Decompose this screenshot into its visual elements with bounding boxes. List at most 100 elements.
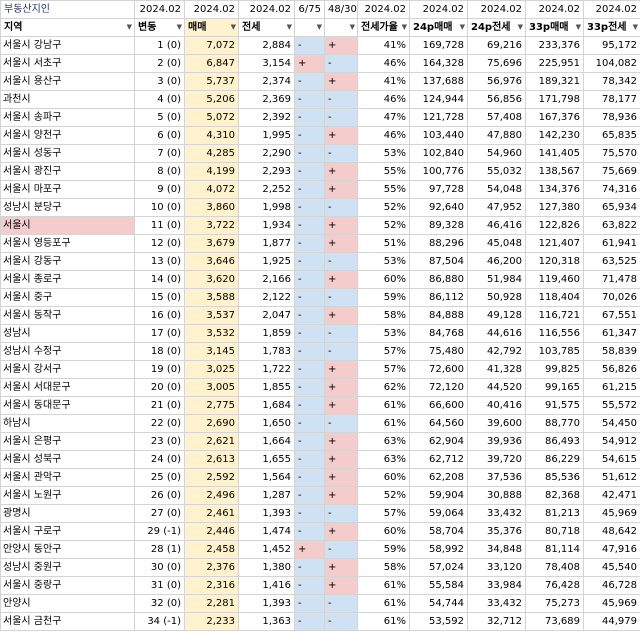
region-cell[interactable]: 서울시 서대문구 [0, 378, 135, 397]
jeonse-cell[interactable]: 2,293 [238, 162, 295, 181]
ratio-cell[interactable]: 41% [357, 72, 410, 91]
p33-jeonse-cell[interactable]: 45,540 [583, 558, 640, 577]
p33-jeonse-cell[interactable]: 75,669 [583, 162, 640, 181]
p33-jeonse-cell[interactable]: 63,525 [583, 252, 640, 271]
region-cell[interactable]: 서울시 중랑구 [0, 576, 135, 595]
sign2-cell[interactable]: - [324, 414, 358, 433]
p33-jeonse-cell[interactable]: 78,177 [583, 90, 640, 109]
sign1-cell[interactable]: + [294, 540, 325, 559]
p33-sale-cell[interactable]: 167,376 [525, 108, 584, 127]
header-33p-sale[interactable]: 33p매매 ▼ [525, 18, 584, 37]
sale-cell[interactable]: 5,072 [184, 108, 239, 127]
p33-jeonse-cell[interactable]: 54,450 [583, 414, 640, 433]
rank-cell[interactable]: 23 (0) [134, 432, 185, 451]
filter-icon[interactable]: ▼ [576, 20, 581, 36]
date-cell[interactable]: 2024.02 [409, 0, 468, 19]
sign2-cell[interactable]: - [324, 198, 358, 217]
rank-cell[interactable]: 7 (0) [134, 144, 185, 163]
p24-sale-cell[interactable]: 59,904 [409, 486, 468, 505]
rank-cell[interactable]: 2 (0) [134, 54, 185, 73]
p24-sale-cell[interactable]: 92,640 [409, 198, 468, 217]
p24-sale-cell[interactable]: 62,904 [409, 432, 468, 451]
p33-sale-cell[interactable]: 76,428 [525, 576, 584, 595]
p33-jeonse-cell[interactable]: 75,570 [583, 144, 640, 163]
rank-cell[interactable]: 22 (0) [134, 414, 185, 433]
date-cell[interactable]: 6/75 [294, 0, 325, 19]
p33-jeonse-cell[interactable]: 48,642 [583, 522, 640, 541]
sign1-cell[interactable]: - [294, 504, 325, 523]
p24-jeonse-cell[interactable]: 46,200 [467, 252, 526, 271]
p33-jeonse-cell[interactable]: 58,839 [583, 342, 640, 361]
region-cell[interactable]: 서울시 강남구 [0, 36, 135, 55]
p33-jeonse-cell[interactable]: 46,728 [583, 576, 640, 595]
p33-sale-cell[interactable]: 138,567 [525, 162, 584, 181]
sale-cell[interactable]: 2,621 [184, 432, 239, 451]
p24-sale-cell[interactable]: 124,944 [409, 90, 468, 109]
p24-jeonse-cell[interactable]: 56,856 [467, 90, 526, 109]
sign2-cell[interactable]: - [324, 108, 358, 127]
rank-cell[interactable]: 30 (0) [134, 558, 185, 577]
p33-jeonse-cell[interactable]: 56,826 [583, 360, 640, 379]
ratio-cell[interactable]: 46% [357, 54, 410, 73]
date-cell[interactable]: 48/30 [324, 0, 358, 19]
p24-jeonse-cell[interactable]: 39,936 [467, 432, 526, 451]
p24-sale-cell[interactable]: 103,440 [409, 126, 468, 145]
p24-sale-cell[interactable]: 54,744 [409, 594, 468, 613]
p24-sale-cell[interactable]: 87,504 [409, 252, 468, 271]
sale-cell[interactable]: 3,145 [184, 342, 239, 361]
sign1-cell[interactable]: - [294, 360, 325, 379]
p33-jeonse-cell[interactable]: 65,835 [583, 126, 640, 145]
sign2-cell[interactable]: - [324, 612, 358, 631]
rank-cell[interactable]: 8 (0) [134, 162, 185, 181]
p33-jeonse-cell[interactable]: 55,572 [583, 396, 640, 415]
ratio-cell[interactable]: 51% [357, 234, 410, 253]
p33-sale-cell[interactable]: 81,213 [525, 504, 584, 523]
sale-cell[interactable]: 2,233 [184, 612, 239, 631]
sign1-cell[interactable]: - [294, 144, 325, 163]
p24-jeonse-cell[interactable]: 33,432 [467, 504, 526, 523]
sign2-cell[interactable]: - [324, 324, 358, 343]
sign1-cell[interactable]: - [294, 288, 325, 307]
rank-cell[interactable]: 4 (0) [134, 90, 185, 109]
rank-cell[interactable]: 3 (0) [134, 72, 185, 91]
sign2-cell[interactable]: + [324, 378, 358, 397]
p24-sale-cell[interactable]: 59,064 [409, 504, 468, 523]
header-rank[interactable]: 변동 ▼ [134, 18, 185, 37]
p24-jeonse-cell[interactable]: 47,880 [467, 126, 526, 145]
region-cell[interactable]: 서울시 구로구 [0, 522, 135, 541]
p33-sale-cell[interactable]: 91,575 [525, 396, 584, 415]
region-cell[interactable]: 성남시 중원구 [0, 558, 135, 577]
region-cell[interactable]: 서울시 동작구 [0, 306, 135, 325]
filter-icon[interactable]: ▼ [127, 20, 132, 36]
rank-cell[interactable]: 12 (0) [134, 234, 185, 253]
jeonse-cell[interactable]: 1,564 [238, 468, 295, 487]
filter-icon[interactable]: ▼ [402, 20, 407, 36]
ratio-cell[interactable]: 53% [357, 324, 410, 343]
p24-sale-cell[interactable]: 102,840 [409, 144, 468, 163]
sign2-cell[interactable]: + [324, 270, 358, 289]
sign1-cell[interactable]: - [294, 216, 325, 235]
sign1-cell[interactable]: - [294, 486, 325, 505]
sale-cell[interactable]: 2,461 [184, 504, 239, 523]
sale-cell[interactable]: 4,310 [184, 126, 239, 145]
p33-sale-cell[interactable]: 225,951 [525, 54, 584, 73]
jeonse-cell[interactable]: 1,363 [238, 612, 295, 631]
p24-jeonse-cell[interactable]: 44,520 [467, 378, 526, 397]
region-cell[interactable]: 성남시 [0, 324, 135, 343]
sign2-cell[interactable]: + [324, 216, 358, 235]
sale-cell[interactable]: 3,537 [184, 306, 239, 325]
date-cell[interactable]: 2024.02 [238, 0, 295, 19]
sign2-cell[interactable]: - [324, 540, 358, 559]
sale-cell[interactable]: 3,620 [184, 270, 239, 289]
date-cell[interactable]: 2024.02 [357, 0, 410, 19]
p24-sale-cell[interactable]: 75,480 [409, 342, 468, 361]
ratio-cell[interactable]: 60% [357, 270, 410, 289]
region-cell[interactable]: 서울시 용산구 [0, 72, 135, 91]
p33-sale-cell[interactable]: 120,318 [525, 252, 584, 271]
rank-cell[interactable]: 19 (0) [134, 360, 185, 379]
p24-jeonse-cell[interactable]: 42,792 [467, 342, 526, 361]
sign1-cell[interactable]: - [294, 90, 325, 109]
ratio-cell[interactable]: 55% [357, 180, 410, 199]
rank-cell[interactable]: 31 (0) [134, 576, 185, 595]
p24-jeonse-cell[interactable]: 33,120 [467, 558, 526, 577]
